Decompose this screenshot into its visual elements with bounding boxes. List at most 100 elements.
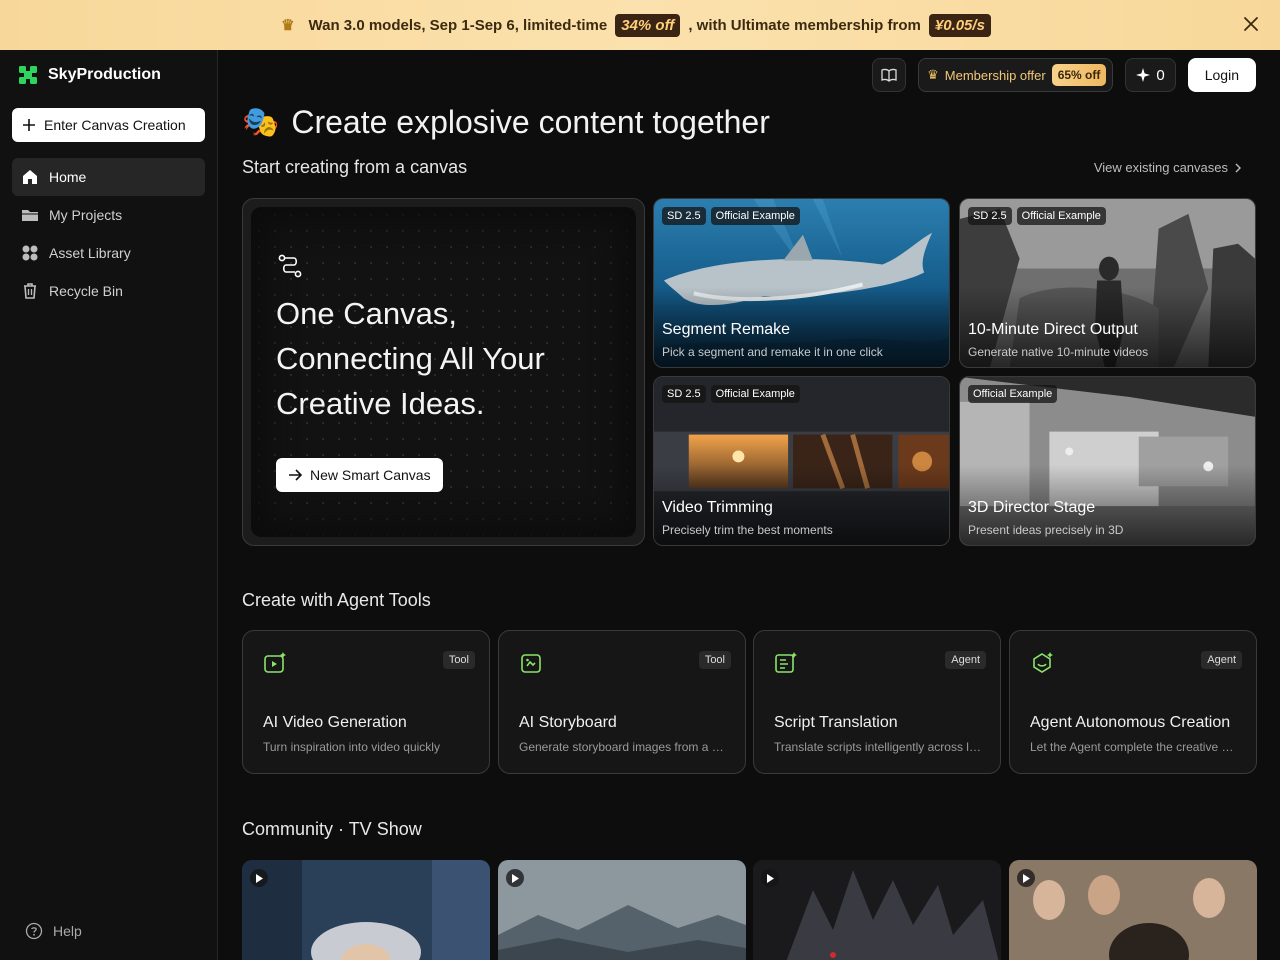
tool-description: Turn inspiration into video quickly (263, 740, 440, 754)
community-heading: Community · TV Show (242, 819, 422, 839)
new-smart-canvas-label: New Smart Canvas (310, 467, 431, 483)
trash-icon (21, 282, 39, 300)
theater-masks-icon: 🎭 (242, 106, 280, 139)
community-video-card[interactable] (498, 860, 746, 960)
promo-banner: ♛ Wan 3.0 models, Sep 1-Sep 6, limited-t… (0, 0, 1280, 50)
sparkle-icon (1136, 68, 1151, 82)
folder-icon (21, 206, 39, 224)
plus-icon (23, 119, 35, 131)
credits-button[interactable]: 0 (1125, 58, 1176, 92)
docs-button[interactable] (872, 58, 907, 92)
help-label: Help (53, 923, 82, 939)
arrow-right-icon (289, 469, 302, 481)
hero-headline: One Canvas, Connecting All Your Creative… (276, 296, 545, 421)
sidebar-item-recycle-bin[interactable]: Recycle Bin (12, 272, 205, 310)
play-icon (506, 869, 524, 887)
new-smart-canvas-button[interactable]: New Smart Canvas (276, 458, 443, 492)
banner-price-badge: ¥0.05/s (928, 13, 991, 37)
enter-canvas-button[interactable]: Enter Canvas Creation (12, 108, 205, 142)
sidebar-item-label: Asset Library (49, 245, 131, 261)
sidebar-nav: Home My Projects Asset Library Recycle B… (12, 158, 205, 310)
sidebar-item-my-projects[interactable]: My Projects (12, 196, 205, 234)
brand-name: SkyProduction (48, 66, 161, 83)
tool-card-script-translation[interactable]: Agent Script Translation Translate scrip… (753, 630, 1001, 774)
help-icon (25, 922, 43, 940)
membership-label: Membership offer (944, 67, 1046, 83)
banner-text-middle: , with Ultimate membership from (688, 16, 921, 34)
model-tag: SD 2.5 (968, 207, 1012, 225)
banner-discount-badge: 34% off (615, 13, 681, 37)
brand[interactable]: SkyProduction (18, 65, 161, 85)
tool-title: Script Translation (774, 714, 898, 731)
grid-icon (21, 244, 39, 262)
video-thumbnail-dragon (753, 860, 1001, 960)
card-tags: SD 2.5 Official Example (968, 207, 1106, 225)
agent-badge: Agent (945, 651, 986, 669)
tool-badge: Tool (698, 651, 731, 669)
card-tags: Official Example (968, 385, 1058, 403)
official-example-tag: Official Example (968, 385, 1058, 403)
close-icon[interactable] (1242, 15, 1260, 33)
tool-card-ai-storyboard[interactable]: Tool AI Storyboard Generate storyboard i… (498, 630, 746, 774)
card-title: 10-Minute Direct Output (968, 321, 1138, 338)
card-subtitle: Pick a segment and remake it in one clic… (662, 345, 883, 359)
card-title: 3D Director Stage (968, 499, 1096, 516)
tool-title: Agent Autonomous Creation (1030, 714, 1231, 731)
canvas-route-icon (278, 254, 302, 278)
tool-title: AI Storyboard (519, 714, 617, 731)
agent-badge: Agent (1201, 651, 1242, 669)
enter-canvas-label: Enter Canvas Creation (44, 117, 186, 133)
chevron-right-icon (1235, 163, 1241, 172)
login-button[interactable]: Login (1187, 58, 1256, 92)
book-icon (881, 68, 897, 82)
page-title: 🎭 Create explosive content together (242, 104, 770, 141)
crown-icon: ♛ (281, 17, 295, 34)
translate-script-icon (775, 652, 797, 673)
canvas-section-heading: Start creating from a canvas (242, 157, 468, 177)
home-icon (21, 168, 39, 186)
card-subtitle: Present ideas precisely in 3D (968, 523, 1124, 537)
community-video-card[interactable] (242, 860, 490, 960)
card-subtitle: Generate native 10-minute videos (968, 345, 1149, 359)
help-link[interactable]: Help (25, 922, 82, 940)
sidebar: SkyProduction Enter Canvas Creation Home… (0, 50, 218, 960)
logo-icon (19, 66, 37, 84)
community-video-card[interactable] (1009, 860, 1257, 960)
play-icon (250, 869, 268, 887)
membership-offer-button[interactable]: ♛ Membership offer 65% off (918, 58, 1114, 92)
sidebar-item-label: Recycle Bin (49, 283, 123, 299)
community-video-card[interactable] (753, 860, 1001, 960)
smart-canvas-hero: One Canvas, Connecting All Your Creative… (242, 198, 645, 546)
header-actions: ♛ Membership offer 65% off 0 Login (872, 58, 1256, 92)
example-card-segment-remake[interactable]: SD 2.5 Official Example Segment Remake P… (653, 198, 950, 368)
official-example-tag: Official Example (1016, 207, 1106, 225)
sidebar-item-label: My Projects (49, 207, 123, 223)
crown-icon: ♛ (927, 67, 939, 82)
view-existing-label: View existing canvases (1093, 160, 1228, 175)
agent-tools-heading: Create with Agent Tools (242, 590, 431, 610)
example-card-10-minute-output[interactable]: SD 2.5 Official Example 10-Minute Direct… (959, 198, 1256, 368)
card-subtitle: Precisely trim the best moments (662, 523, 833, 537)
tool-description: Generate storyboard images from a … (519, 740, 724, 754)
tool-description: Let the Agent complete the creative … (1030, 740, 1234, 754)
tool-title: AI Video Generation (263, 714, 407, 731)
card-title: Video Trimming (662, 499, 773, 516)
storyboard-icon (521, 654, 541, 673)
sidebar-item-home[interactable]: Home (12, 158, 205, 196)
credits-count: 0 (1156, 66, 1165, 84)
play-icon (761, 869, 779, 887)
card-title: Segment Remake (662, 321, 791, 338)
model-tag: SD 2.5 (662, 385, 706, 403)
example-card-video-trimming[interactable]: SD 2.5 Official Example Video Trimming P… (653, 376, 950, 546)
model-tag: SD 2.5 (662, 207, 706, 225)
banner-text-before: Wan 3.0 models, Sep 1-Sep 6, limited-tim… (308, 16, 608, 34)
tool-card-ai-video-generation[interactable]: Tool AI Video Generation Turn inspiratio… (242, 630, 490, 774)
view-existing-canvases-link[interactable]: View existing canvases (1094, 160, 1242, 175)
sidebar-item-asset-library[interactable]: Asset Library (12, 234, 205, 272)
card-tags: SD 2.5 Official Example (662, 385, 800, 403)
page-title-text: Create explosive content together (291, 104, 770, 140)
tool-description: Translate scripts intelligently across l… (774, 740, 981, 754)
example-card-3d-director-stage[interactable]: Official Example 3D Director Stage Prese… (959, 376, 1256, 546)
tool-card-agent-autonomous-creation[interactable]: Agent Agent Autonomous Creation Let the … (1009, 630, 1257, 774)
membership-discount-badge: 65% off (1051, 64, 1107, 86)
